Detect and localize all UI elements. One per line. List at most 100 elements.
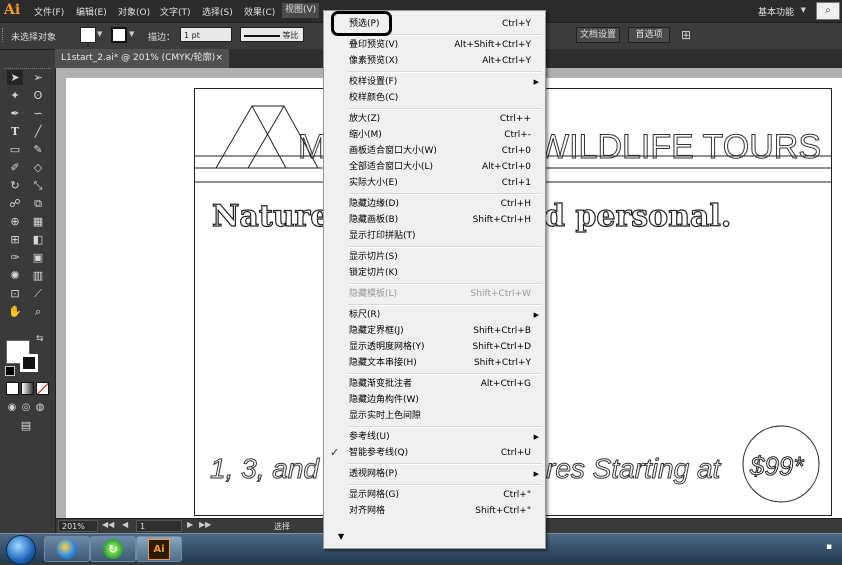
view-menu-item[interactable]: 放大(Z) Ctrl++ xyxy=(324,111,545,127)
view-menu-item[interactable]: 像素预览(X) Alt+Ctrl+Y xyxy=(324,53,545,69)
view-menu-item[interactable]: 隐藏画板(B) Shift+Ctrl+H xyxy=(324,212,545,228)
taskbar-illustrator-button[interactable]: Ai xyxy=(136,536,182,562)
taskbar-browser-button[interactable] xyxy=(44,536,90,562)
lasso-tool-icon[interactable]: ʘ xyxy=(30,88,46,103)
perspective-grid-tool-icon[interactable]: ▦ xyxy=(30,214,46,229)
menu-item-shortcut: Ctrl+1 xyxy=(501,178,531,188)
tab-document[interactable]: L1start_2.ai* @ 201% (CMYK/轮廓) × xyxy=(55,49,229,68)
scale-tool-icon[interactable]: ⤡ xyxy=(30,178,46,193)
curvature-tool-icon[interactable]: ∽ xyxy=(30,106,46,121)
preferences-button[interactable]: 首选项 xyxy=(628,27,670,43)
shaper-tool-icon[interactable]: ✐ xyxy=(7,160,23,175)
menu-file[interactable]: 文件(F) xyxy=(34,5,64,18)
direct-selection-tool-icon[interactable]: ➢ xyxy=(30,70,46,85)
view-menu-item[interactable]: 校样设置(F) ▶ xyxy=(324,74,545,90)
workspace-switcher[interactable]: 基本功能 xyxy=(758,5,794,18)
next-page-icon[interactable]: ▶ xyxy=(187,520,193,529)
stroke-profile-dropdown[interactable]: 等比 xyxy=(240,27,304,42)
stroke-weight-dropdown[interactable]: 1 pt xyxy=(180,27,232,42)
rectangle-tool-icon[interactable]: ▭ xyxy=(7,142,23,157)
menu-item-shortcut: Ctrl+- xyxy=(504,130,531,140)
shape-builder-tool-icon[interactable]: ⊕ xyxy=(7,214,23,229)
view-menu-item[interactable]: 画板适合窗口大小(W) Ctrl+0 xyxy=(324,143,545,159)
arrange-icon[interactable]: ⊞ xyxy=(681,28,691,42)
eyedropper-tool-icon[interactable]: ✑ xyxy=(7,250,23,265)
default-colors-icon[interactable] xyxy=(5,366,15,376)
magic-wand-tool-icon[interactable]: ✦ xyxy=(7,88,23,103)
start-button[interactable] xyxy=(6,535,36,565)
eraser-tool-icon[interactable]: ◇ xyxy=(30,160,46,175)
view-menu-item[interactable]: 对齐网格 Shift+Ctrl+" xyxy=(324,503,545,519)
view-menu-item[interactable]: 隐藏文本串接(H) Shift+Ctrl+Y xyxy=(324,355,545,371)
view-menu-item[interactable]: 显示切片(S) xyxy=(324,249,545,265)
view-menu-item[interactable]: 标尺(R) ▶ xyxy=(324,307,545,323)
view-menu-item[interactable]: 锁定切片(K) xyxy=(324,265,545,281)
menu-view[interactable]: 视图(V) xyxy=(282,3,320,18)
rotate-tool-icon[interactable]: ↻ xyxy=(7,178,23,193)
menu-item-label: 隐藏边缘(D) xyxy=(349,199,399,209)
line-tool-icon[interactable]: ╱ xyxy=(30,124,46,139)
fill-swatch[interactable] xyxy=(80,27,96,43)
page-dropdown[interactable]: 1 xyxy=(136,520,182,532)
warp-tool-icon[interactable]: ☍ xyxy=(7,196,23,211)
symbol-sprayer-tool-icon[interactable]: ✺ xyxy=(7,268,23,283)
chevron-down-icon[interactable]: ▼ xyxy=(97,30,102,38)
view-menu-item[interactable]: 显示透明度网格(Y) Shift+Ctrl+D xyxy=(324,339,545,355)
view-menu-item[interactable]: 参考线(U) ▶ xyxy=(324,429,545,445)
free-transform-tool-icon[interactable]: ⧉ xyxy=(30,196,46,211)
selection-tool-icon[interactable]: ➤ xyxy=(7,70,23,85)
search-icon[interactable]: ⌕ xyxy=(816,2,840,20)
close-icon[interactable]: × xyxy=(215,49,223,68)
zoom-tool-icon[interactable]: ⌕ xyxy=(30,304,46,319)
view-menu-item[interactable]: ✓ 智能参考线(Q) Ctrl+U xyxy=(324,445,545,461)
artboard-tool-icon[interactable]: ⊡ xyxy=(7,286,23,301)
menu-select[interactable]: 选择(S) xyxy=(202,5,233,18)
type-tool-icon[interactable]: T xyxy=(7,124,23,139)
stroke-swatch[interactable] xyxy=(111,27,127,43)
gradient-tool-icon[interactable]: ◧ xyxy=(30,232,46,247)
menu-object[interactable]: 对象(O) xyxy=(118,5,150,18)
menu-type[interactable]: 文字(T) xyxy=(160,5,191,18)
hand-tool-icon[interactable]: ✋ xyxy=(7,304,23,319)
view-menu-item[interactable]: 显示网格(G) Ctrl+" xyxy=(324,487,545,503)
chevron-down-icon[interactable]: ▼ xyxy=(129,30,134,38)
blend-tool-icon[interactable]: ▣ xyxy=(30,250,46,265)
slice-tool-icon[interactable]: ⟋ xyxy=(30,286,46,301)
view-menu-item[interactable]: 隐藏定界框(J) Shift+Ctrl+B xyxy=(324,323,545,339)
view-menu-item[interactable]: 实际大小(E) Ctrl+1 xyxy=(324,175,545,191)
document-settings-button[interactable]: 文档设置 xyxy=(576,27,620,43)
prev-page-icon[interactable]: ◀ xyxy=(122,520,128,529)
screen-mode-icon[interactable]: ▤ xyxy=(18,418,34,433)
view-menu-item[interactable]: 透视网格(P) ▶ xyxy=(324,466,545,482)
gradient-mode-icon[interactable] xyxy=(21,382,34,395)
chevron-down-icon[interactable]: ▼ xyxy=(801,6,806,14)
view-menu-item[interactable]: 全部适合窗口大小(L) Alt+Ctrl+0 xyxy=(324,159,545,175)
mesh-tool-icon[interactable]: ⊞ xyxy=(7,232,23,247)
view-menu-item[interactable]: 校样颜色(C) xyxy=(324,90,545,106)
menu-scroll-down-icon[interactable]: ▼ xyxy=(338,532,348,542)
menu-effect[interactable]: 效果(C) xyxy=(244,5,275,18)
view-menu-item[interactable]: 隐藏边角构件(W) xyxy=(324,392,545,408)
view-menu-item[interactable]: 隐藏边缘(D) Ctrl+H xyxy=(324,196,545,212)
paintbrush-tool-icon[interactable]: ✎ xyxy=(30,142,46,157)
zoom-dropdown[interactable]: 201% xyxy=(58,520,98,532)
view-menu-item[interactable]: 显示实时上色间隙 xyxy=(324,408,545,424)
graph-tool-icon[interactable]: ▥ xyxy=(30,268,46,283)
draw-inside-icon[interactable]: ◍ xyxy=(32,400,48,415)
menu-edit[interactable]: 编辑(E) xyxy=(76,5,107,18)
view-menu-item[interactable]: 显示打印拼贴(T) xyxy=(324,228,545,244)
stroke-color[interactable] xyxy=(20,354,38,372)
tray-icon[interactable]: ▪ xyxy=(826,542,836,552)
view-menu-item[interactable]: 隐藏渐变批注者 Alt+Ctrl+G xyxy=(324,376,545,392)
swap-colors-icon[interactable]: ⇆ xyxy=(36,334,44,344)
selection-status: 未选择对象 xyxy=(11,33,57,43)
none-mode-icon[interactable] xyxy=(36,382,49,395)
taskbar-app-button[interactable]: ↻ xyxy=(90,536,136,562)
last-page-icon[interactable]: ▶▶ xyxy=(199,520,211,529)
first-page-icon[interactable]: ◀◀ xyxy=(102,520,114,529)
color-mode-icon[interactable] xyxy=(6,382,19,395)
view-menu-item[interactable]: 缩小(M) Ctrl+- xyxy=(324,127,545,143)
view-menu-item[interactable]: 叠印预览(V) Alt+Shift+Ctrl+Y xyxy=(324,37,545,53)
pen-tool-icon[interactable]: ✒ xyxy=(7,106,23,121)
tab-title: L1start_2.ai* @ 201% (CMYK/轮廓) xyxy=(61,53,216,63)
